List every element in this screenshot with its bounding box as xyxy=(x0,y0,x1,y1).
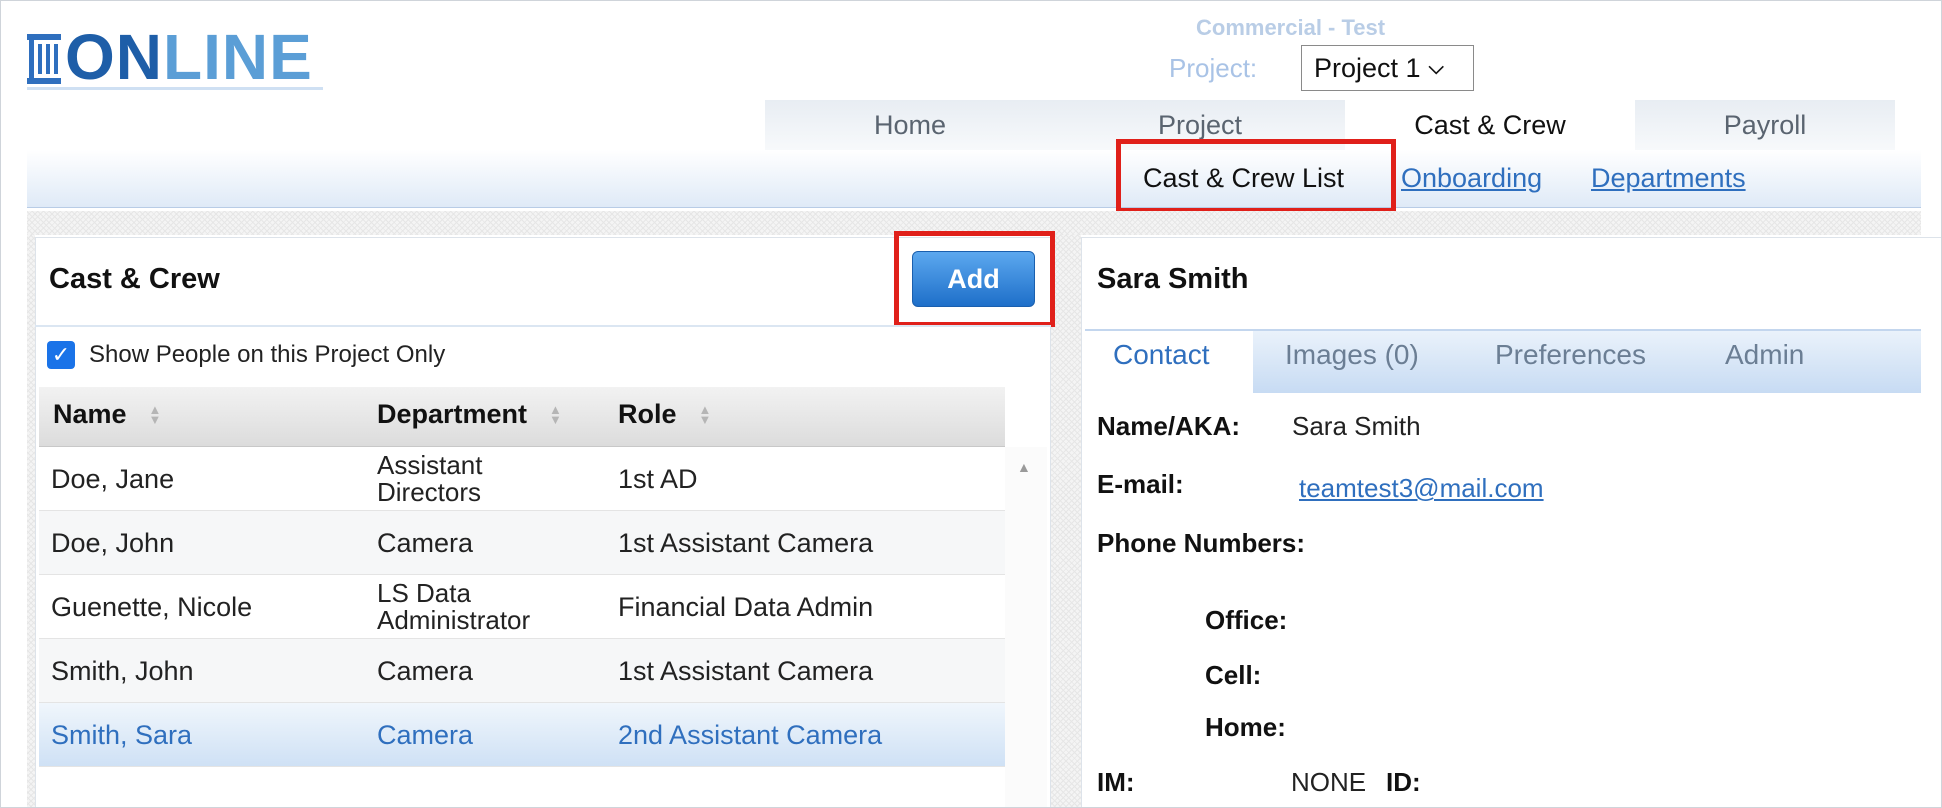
scroll-up-arrow-icon[interactable]: ▲ xyxy=(1017,459,1031,475)
column-header-department[interactable]: Department ▲ ▼ xyxy=(377,399,562,430)
id-label: ID: xyxy=(1386,767,1421,797)
logo-text: ONLINE xyxy=(65,21,313,93)
tab-payroll[interactable]: Payroll xyxy=(1635,100,1895,150)
person-name-title: Sara Smith xyxy=(1097,263,1249,295)
table-row[interactable]: Guenette, Nicole LS Data Administrator Fi… xyxy=(39,575,1005,639)
highlight-box-subnav xyxy=(1116,139,1396,213)
scrollbar[interactable] xyxy=(1005,447,1047,807)
name-aka-label: Name/AKA: xyxy=(1097,411,1241,441)
cell-name: Guenette, Nicole xyxy=(51,592,253,622)
highlight-box-add xyxy=(894,231,1055,327)
email-label: E-mail: xyxy=(1097,469,1184,499)
column-header-role[interactable]: Role ▲ ▼ xyxy=(618,399,711,430)
hatched-left-edge xyxy=(27,235,35,807)
cell-name: Doe, Jane xyxy=(51,464,175,494)
logo-mark-icon xyxy=(27,28,61,86)
column-header-name[interactable]: Name ▲ ▼ xyxy=(53,399,161,430)
im-label: IM: xyxy=(1097,767,1135,797)
cell-name: Smith, Sara xyxy=(51,720,193,750)
app-window: ONLINE Commercial - Test Project: Projec… xyxy=(0,0,1942,808)
show-project-only-row[interactable]: ✓ Show People on this Project Only xyxy=(47,341,445,369)
cell-phone-label: Cell: xyxy=(1205,660,1262,690)
subnav-onboarding[interactable]: Onboarding xyxy=(1401,159,1542,197)
company-name: Commercial - Test xyxy=(1196,15,1386,35)
sort-icon: ▲ ▼ xyxy=(549,401,562,427)
hatched-gutter xyxy=(1051,235,1081,807)
im-value: NONE xyxy=(1291,767,1367,797)
cell-department: Camera xyxy=(377,528,474,558)
tab-home[interactable]: Home xyxy=(765,100,1055,150)
table-row[interactable]: Smith, John Camera 1st Assistant Camera xyxy=(39,639,1005,703)
divider xyxy=(35,325,1051,327)
subnav-departments[interactable]: Departments xyxy=(1591,159,1746,197)
project-select-value: Project 1 xyxy=(1314,52,1421,83)
home-phone-label: Home: xyxy=(1205,712,1286,742)
cell-role: 1st AD xyxy=(618,464,698,494)
cell-role: Financial Data Admin xyxy=(618,592,874,622)
office-phone-label: Office: xyxy=(1205,605,1288,635)
tab-images[interactable]: Images (0) xyxy=(1285,339,1419,371)
cell-department: Assistant Directors xyxy=(377,450,483,507)
cell-department: Camera xyxy=(377,656,474,686)
sort-icon: ▲ ▼ xyxy=(148,401,162,427)
phone-numbers-label: Phone Numbers: xyxy=(1097,528,1306,558)
project-label: Project: xyxy=(1169,53,1258,83)
tab-admin[interactable]: Admin xyxy=(1725,339,1804,371)
cell-department: Camera xyxy=(377,720,474,750)
table-row[interactable]: Doe, John Camera 1st Assistant Camera xyxy=(39,511,1005,575)
table-row-selected[interactable]: Smith, Sara Camera 2nd Assistant Camera xyxy=(39,703,1005,767)
project-select[interactable]: Project 1 ⌵ xyxy=(1301,45,1474,91)
cell-department: LS Data Administrator xyxy=(377,578,531,635)
cell-role: 2nd Assistant Camera xyxy=(618,720,883,750)
panel-title: Cast & Crew xyxy=(49,263,220,295)
show-project-only-checkbox[interactable]: ✓ xyxy=(47,341,75,369)
name-aka-value: Sara Smith xyxy=(1292,411,1421,441)
show-project-only-label: Show People on this Project Only xyxy=(89,341,446,368)
cell-name: Doe, John xyxy=(51,528,175,558)
sort-icon: ▲ ▼ xyxy=(698,401,712,427)
tab-preferences[interactable]: Preferences xyxy=(1495,339,1646,371)
chevron-down-icon: ⌵ xyxy=(1428,56,1444,79)
cell-name: Smith, John xyxy=(51,656,194,686)
email-link[interactable]: teamtest3@mail.com xyxy=(1299,473,1544,504)
tab-contact[interactable]: Contact xyxy=(1113,339,1210,371)
logo: ONLINE xyxy=(27,21,327,93)
cell-role: 1st Assistant Camera xyxy=(618,528,874,558)
logo-underline xyxy=(27,87,323,90)
table-row[interactable]: Doe, Jane Assistant Directors 1st AD xyxy=(39,447,1005,511)
cell-role: 1st Assistant Camera xyxy=(618,656,874,686)
